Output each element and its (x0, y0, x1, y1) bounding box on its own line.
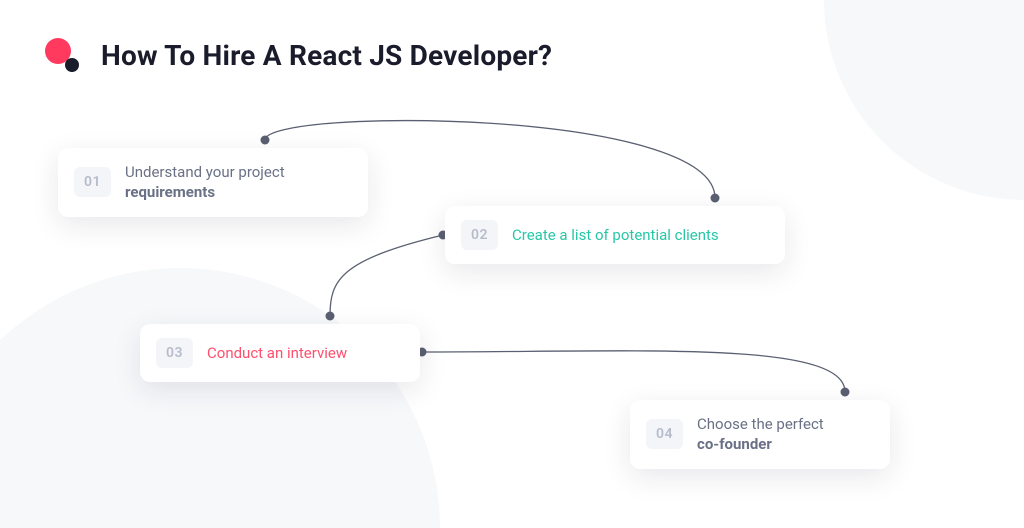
step-text: Choose the perfect co-founder (697, 414, 824, 455)
step-card-1: 01 Understand your project requirements (58, 148, 368, 217)
step-text: Create a list of potential clients (512, 225, 719, 245)
step-number: 02 (461, 220, 498, 250)
header: How To Hire A React JS Developer? (45, 38, 552, 72)
logo-icon (45, 38, 79, 72)
step-text: Conduct an interview (207, 343, 347, 363)
step-number: 01 (74, 167, 111, 197)
page-title: How To Hire A React JS Developer? (101, 39, 552, 72)
step-number: 04 (646, 419, 683, 449)
step-card-4: 04 Choose the perfect co-founder (630, 400, 890, 469)
step-text: Understand your project requirements (125, 162, 285, 203)
bg-circle-bottom-left (0, 268, 440, 528)
bg-circle-top-right (824, 0, 1024, 200)
step-card-3: 03 Conduct an interview (140, 324, 420, 382)
step-card-2: 02 Create a list of potential clients (445, 206, 785, 264)
step-number: 03 (156, 338, 193, 368)
